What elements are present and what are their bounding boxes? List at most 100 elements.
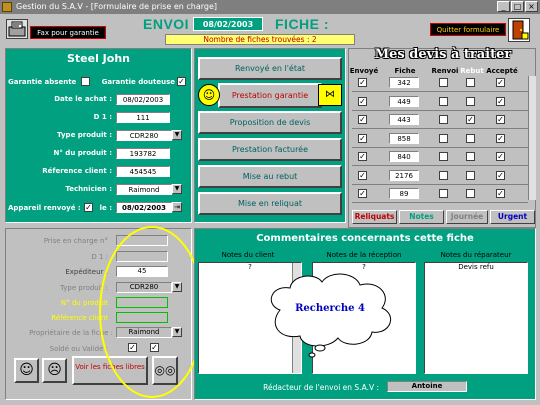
devis-fiche-number[interactable]: 840 bbox=[389, 151, 419, 162]
devis-envoye-checkbox[interactable]: ✓ bbox=[358, 189, 367, 198]
garantie-absente-checkbox[interactable] bbox=[81, 77, 90, 86]
d1-field[interactable]: 111 bbox=[116, 112, 170, 123]
devis-rebut-checkbox[interactable] bbox=[466, 152, 475, 161]
nb-fiches-badge: Nombre de fiches trouvées : 2 bbox=[165, 34, 355, 45]
expediteur-label: Expéditeur : bbox=[65, 268, 108, 276]
maximize-button[interactable]: □ bbox=[511, 1, 524, 12]
no-produit-field[interactable]: 193782 bbox=[116, 148, 170, 159]
chevron-down-icon[interactable]: ▼ bbox=[172, 130, 182, 140]
devis-accepte-checkbox[interactable]: ✓ bbox=[496, 152, 505, 161]
calendar-icon[interactable]: ⇥ bbox=[172, 202, 182, 212]
fiche-label: FICHE : bbox=[275, 16, 330, 32]
devis-rebut-checkbox[interactable]: ✓ bbox=[466, 115, 475, 124]
ref-client-label: Réference client : bbox=[42, 167, 112, 175]
notes-reparateur-textarea[interactable]: Devis refu bbox=[424, 262, 528, 374]
comments-title: Commentaires concernants cette fiche bbox=[256, 233, 474, 244]
type-produit-label: Type produit : bbox=[57, 131, 112, 139]
notes-reparateur-header: Notes du réparateur bbox=[440, 251, 512, 259]
mise-reliquat-button[interactable]: Mise en reliquat bbox=[198, 192, 342, 215]
appareil-renvoye-checkbox[interactable]: ✓ bbox=[84, 203, 93, 212]
devis-accepte-checkbox[interactable]: ✓ bbox=[496, 115, 505, 124]
devis-scrollbar[interactable] bbox=[528, 76, 536, 200]
highlight-ellipse bbox=[99, 226, 205, 398]
client-name: Steel John bbox=[66, 52, 130, 65]
exit-door-icon[interactable] bbox=[508, 18, 530, 42]
devis-col-header: Rebut bbox=[460, 67, 484, 75]
lower-d1-label: D 1 : bbox=[91, 253, 108, 261]
fax-garantie-button[interactable]: Fax pour garantie bbox=[30, 26, 106, 39]
tab-reliquats[interactable]: Reliquats bbox=[352, 210, 397, 224]
title-bar: Gestion du S.A.V - [Formulaire de prise … bbox=[0, 0, 540, 14]
devis-accepte-checkbox[interactable]: ✓ bbox=[496, 96, 505, 106]
devis-envoye-checkbox[interactable]: ✓ bbox=[358, 96, 367, 106]
butterfly-icon: ⋈ bbox=[318, 84, 342, 106]
envoi-label: ENVOI : bbox=[143, 16, 199, 32]
devis-col-header: Fiche bbox=[394, 67, 416, 75]
appareil-renvoye-label: Appareil renvoyé : bbox=[8, 204, 81, 212]
devis-fiche-number[interactable]: 449 bbox=[389, 95, 419, 107]
technicien-select[interactable]: Raimond bbox=[116, 184, 172, 195]
devis-envoye-checkbox[interactable]: ✓ bbox=[358, 115, 367, 124]
cloud-text: Recherche 4 bbox=[295, 303, 365, 314]
devis-accepte-checkbox[interactable]: ✓ bbox=[496, 133, 505, 143]
quit-form-button[interactable]: Quitter formulaire bbox=[430, 23, 506, 36]
technicien-label: Technicien : bbox=[65, 185, 112, 193]
devis-renvoi-checkbox[interactable] bbox=[439, 133, 448, 143]
devis-envoye-checkbox[interactable]: ✓ bbox=[358, 152, 367, 161]
devis-fiche-number[interactable]: 2176 bbox=[389, 169, 419, 181]
devis-rebut-checkbox[interactable] bbox=[466, 170, 475, 180]
ref-client-field[interactable]: 454545 bbox=[116, 166, 170, 177]
devis-rebut-checkbox[interactable] bbox=[466, 133, 475, 143]
window-title: Gestion du S.A.V - [Formulaire de prise … bbox=[16, 2, 217, 11]
devis-title: Mes devis à traiter bbox=[374, 47, 512, 62]
devis-col-header: Accepté bbox=[486, 67, 518, 75]
devis-envoye-checkbox[interactable]: ✓ bbox=[358, 78, 367, 87]
devis-fiche-number[interactable]: 342 bbox=[389, 77, 419, 88]
devis-rebut-checkbox[interactable] bbox=[466, 96, 475, 106]
devis-rebut-checkbox[interactable] bbox=[466, 78, 475, 87]
renvoye-etat-button[interactable]: Renvoyé en l'état bbox=[198, 57, 342, 80]
devis-accepte-checkbox[interactable]: ✓ bbox=[496, 78, 505, 87]
no-produit-label: N° du produit : bbox=[53, 149, 112, 157]
devis-envoye-checkbox[interactable]: ✓ bbox=[358, 170, 367, 180]
devis-renvoi-checkbox[interactable] bbox=[439, 152, 448, 161]
lower-no-produit-label: N° du produit bbox=[60, 299, 108, 307]
minimize-button[interactable]: _ bbox=[497, 1, 510, 12]
devis-fiche-number[interactable]: 858 bbox=[389, 132, 419, 144]
prestation-facturee-button[interactable]: Prestation facturée bbox=[198, 138, 342, 161]
devis-accepte-checkbox[interactable]: ✓ bbox=[496, 170, 505, 180]
prise-charge-label: Prise en charge n° bbox=[43, 237, 108, 245]
devis-renvoi-checkbox[interactable] bbox=[439, 96, 448, 106]
date-achat-field[interactable]: 08/02/2003 bbox=[116, 94, 170, 105]
devis-fiche-number[interactable]: 89 bbox=[389, 188, 419, 199]
smiley-sad-icon[interactable]: ☹ bbox=[42, 358, 67, 383]
devis-renvoi-checkbox[interactable] bbox=[439, 189, 448, 198]
envoi-date: 08/02/2003 bbox=[193, 17, 263, 31]
chevron-down-icon[interactable]: ▼ bbox=[172, 184, 182, 194]
proposition-devis-button[interactable]: Proposition de devis bbox=[198, 111, 342, 134]
devis-envoye-checkbox[interactable]: ✓ bbox=[358, 133, 367, 143]
lower-type-label: Type produit : bbox=[60, 284, 108, 292]
d1-label: D 1 : bbox=[93, 113, 112, 121]
garantie-douteuse-checkbox[interactable]: ✓ bbox=[177, 77, 186, 86]
tab-urgent[interactable]: Urgent bbox=[490, 210, 535, 224]
devis-rebut-checkbox[interactable] bbox=[466, 189, 475, 198]
redacteur-field[interactable]: Antoine bbox=[387, 381, 467, 392]
devis-accepte-checkbox[interactable]: ✓ bbox=[496, 189, 505, 198]
smiley-icon: ☺ bbox=[198, 84, 220, 106]
redacteur-label: Rédacteur de l'envoi en S.A.V : bbox=[263, 383, 379, 392]
devis-renvoi-checkbox[interactable] bbox=[439, 78, 448, 87]
devis-renvoi-checkbox[interactable] bbox=[439, 170, 448, 180]
smiley-happy-icon[interactable]: ☺ bbox=[14, 358, 39, 383]
mise-rebut-button[interactable]: Mise au rebut bbox=[198, 165, 342, 188]
tab-notes[interactable]: Notes bbox=[399, 210, 444, 224]
garantie-absente-label: Garantie absente bbox=[8, 78, 77, 86]
close-button[interactable]: × bbox=[525, 1, 538, 12]
devis-renvoi-checkbox[interactable] bbox=[439, 115, 448, 124]
tab-journee[interactable]: Journée bbox=[446, 210, 488, 224]
fax-icon[interactable] bbox=[6, 19, 28, 39]
prestation-garantie-button[interactable]: Prestation garantie bbox=[218, 83, 322, 108]
devis-fiche-number[interactable]: 443 bbox=[389, 114, 419, 125]
renvoi-date-field[interactable]: 08/02/2003 bbox=[116, 202, 172, 213]
type-produit-select[interactable]: CDR280 bbox=[116, 130, 172, 141]
